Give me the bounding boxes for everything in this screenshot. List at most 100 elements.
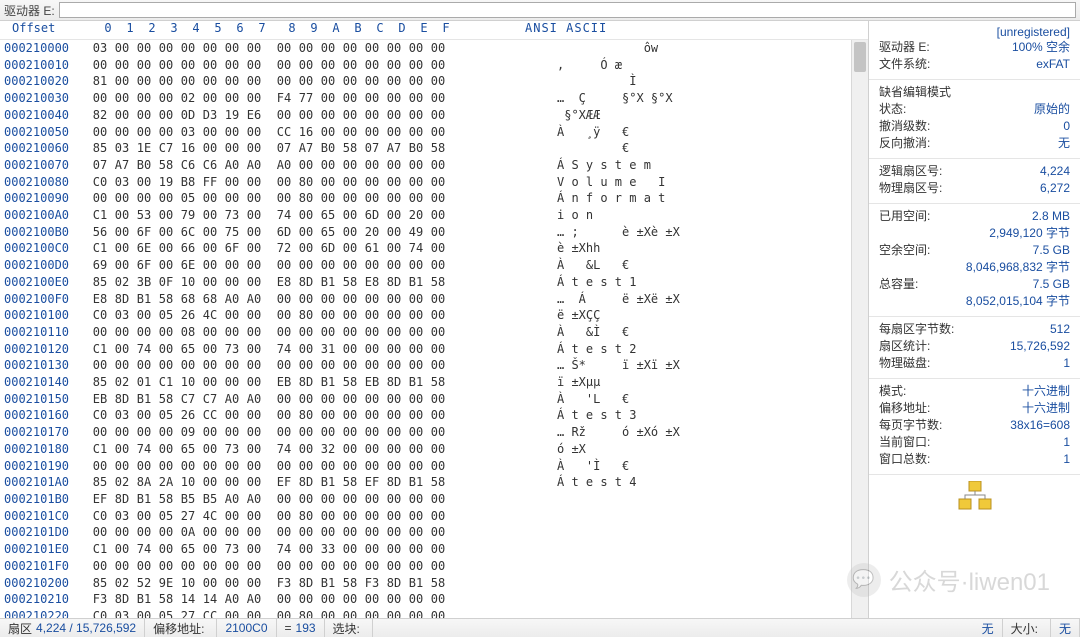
scrollbar[interactable] xyxy=(851,40,868,618)
hex-byte[interactable]: 00 xyxy=(89,124,111,141)
hex-byte[interactable]: 00 xyxy=(383,541,405,558)
hex-byte[interactable]: C7 xyxy=(199,391,221,408)
hex-byte[interactable]: A7 xyxy=(295,140,317,157)
hex-byte[interactable]: 00 xyxy=(89,190,111,207)
hex-byte[interactable]: 00 xyxy=(339,90,361,107)
hex-byte[interactable]: 00 xyxy=(295,157,317,174)
offset-cell[interactable]: 0002101E0 xyxy=(4,541,89,558)
hex-byte[interactable]: 00 xyxy=(221,474,243,491)
ascii-cell[interactable]: ôw xyxy=(557,40,851,57)
hex-row[interactable]: C1007400650073007400330000000000 xyxy=(89,541,549,558)
hex-byte[interactable]: 00 xyxy=(405,57,427,74)
hex-byte[interactable]: F3 xyxy=(361,575,383,592)
hex-byte[interactable]: 03 xyxy=(177,124,199,141)
hex-byte[interactable]: A0 xyxy=(243,391,265,408)
hex-byte[interactable]: 14 xyxy=(177,591,199,608)
hex-byte[interactable]: 66 xyxy=(177,240,199,257)
hex-byte[interactable]: 00 xyxy=(339,257,361,274)
hex-byte[interactable]: 00 xyxy=(361,357,383,374)
hex-byte[interactable]: 58 xyxy=(155,591,177,608)
hex-byte[interactable]: 00 xyxy=(155,57,177,74)
hex-byte[interactable]: E6 xyxy=(243,107,265,124)
hex-byte[interactable]: F4 xyxy=(273,90,295,107)
hex-byte[interactable]: B1 xyxy=(405,374,427,391)
hex-byte[interactable]: 00 xyxy=(133,524,155,541)
hex-byte[interactable]: 10 xyxy=(177,274,199,291)
hex-byte[interactable]: 00 xyxy=(89,524,111,541)
offset-cell[interactable]: 000210030 xyxy=(4,90,89,107)
hex-byte[interactable]: FF xyxy=(199,174,221,191)
hex-byte[interactable]: 00 xyxy=(273,40,295,57)
hex-row[interactable]: 56006F006C0075006D00650020004900 xyxy=(89,224,549,241)
hex-byte[interactable]: 00 xyxy=(427,57,449,74)
hex-byte[interactable]: 00 xyxy=(243,441,265,458)
hex-byte[interactable]: 00 xyxy=(111,107,133,124)
hex-byte[interactable]: 00 xyxy=(427,307,449,324)
hex-byte[interactable]: 00 xyxy=(273,458,295,475)
hex-byte[interactable]: 00 xyxy=(111,357,133,374)
hex-byte[interactable]: 00 xyxy=(89,90,111,107)
hex-byte[interactable]: 00 xyxy=(199,341,221,358)
hex-byte[interactable]: B1 xyxy=(405,575,427,592)
hex-byte[interactable]: 00 xyxy=(243,190,265,207)
hex-byte[interactable]: 00 xyxy=(273,107,295,124)
hex-byte[interactable]: 00 xyxy=(383,608,405,618)
hex-row[interactable]: 0000000003000000CC16000000000000 xyxy=(89,124,549,141)
hex-byte[interactable]: 19 xyxy=(155,174,177,191)
hex-byte[interactable]: 00 xyxy=(221,608,243,618)
ascii-cell[interactable]: À 'Ì € xyxy=(557,458,851,475)
hex-byte[interactable]: 6D xyxy=(317,240,339,257)
hex-byte[interactable]: A0 xyxy=(273,157,295,174)
hex-byte[interactable]: 00 xyxy=(339,190,361,207)
hex-byte[interactable]: 20 xyxy=(361,224,383,241)
hex-byte[interactable]: 58 xyxy=(155,291,177,308)
hex-byte[interactable]: 00 xyxy=(339,157,361,174)
hex-byte[interactable]: 00 xyxy=(339,291,361,308)
hex-byte[interactable]: 00 xyxy=(221,324,243,341)
hex-byte[interactable]: 00 xyxy=(427,508,449,525)
hex-byte[interactable]: 00 xyxy=(243,240,265,257)
hex-byte[interactable]: 58 xyxy=(339,140,361,157)
hex-byte[interactable]: 07 xyxy=(361,140,383,157)
hex-byte[interactable]: 00 xyxy=(383,291,405,308)
hex-byte[interactable]: C1 xyxy=(89,240,111,257)
hex-byte[interactable]: 00 xyxy=(361,524,383,541)
hex-byte[interactable]: 00 xyxy=(221,40,243,57)
hex-byte[interactable]: 00 xyxy=(405,90,427,107)
hex-byte[interactable]: 00 xyxy=(243,257,265,274)
hex-byte[interactable]: 00 xyxy=(317,524,339,541)
hex-byte[interactable]: 3B xyxy=(133,274,155,291)
hex-byte[interactable]: 00 xyxy=(427,40,449,57)
hex-row[interactable]: 820000000DD319E60000000000000000 xyxy=(89,107,549,124)
hex-byte[interactable]: 00 xyxy=(427,190,449,207)
hex-byte[interactable]: 00 xyxy=(339,224,361,241)
hex-byte[interactable]: 00 xyxy=(317,424,339,441)
hex-byte[interactable]: 00 xyxy=(133,124,155,141)
hex-byte[interactable]: B1 xyxy=(317,374,339,391)
hex-byte[interactable]: 00 xyxy=(111,190,133,207)
hex-byte[interactable]: 82 xyxy=(89,107,111,124)
hex-byte[interactable]: 00 xyxy=(317,458,339,475)
hex-byte[interactable]: 8D xyxy=(295,575,317,592)
hex-byte[interactable]: 00 xyxy=(199,240,221,257)
hex-byte[interactable]: 00 xyxy=(199,458,221,475)
hex-byte[interactable]: 00 xyxy=(243,524,265,541)
hex-byte[interactable]: 00 xyxy=(405,190,427,207)
hex-byte[interactable]: 01 xyxy=(133,374,155,391)
hex-row[interactable]: C1007400650073007400310000000000 xyxy=(89,341,549,358)
hex-byte[interactable]: C1 xyxy=(89,341,111,358)
hex-byte[interactable]: 00 xyxy=(177,357,199,374)
hex-byte[interactable]: 03 xyxy=(111,140,133,157)
hex-byte[interactable]: 00 xyxy=(273,73,295,90)
hex-byte[interactable]: 00 xyxy=(155,558,177,575)
hex-byte[interactable]: B8 xyxy=(177,174,199,191)
offset-cell[interactable]: 0002101F0 xyxy=(4,558,89,575)
hex-byte[interactable]: 00 xyxy=(111,90,133,107)
ascii-cell[interactable]: Á S y s t e m xyxy=(557,157,851,174)
hex-byte[interactable]: 33 xyxy=(317,541,339,558)
hex-byte[interactable]: 00 xyxy=(405,541,427,558)
hex-byte[interactable]: 00 xyxy=(177,558,199,575)
hex-byte[interactable]: 26 xyxy=(177,407,199,424)
hex-byte[interactable]: 00 xyxy=(427,174,449,191)
hex-row[interactable]: 0000000002000000F477000000000000 xyxy=(89,90,549,107)
